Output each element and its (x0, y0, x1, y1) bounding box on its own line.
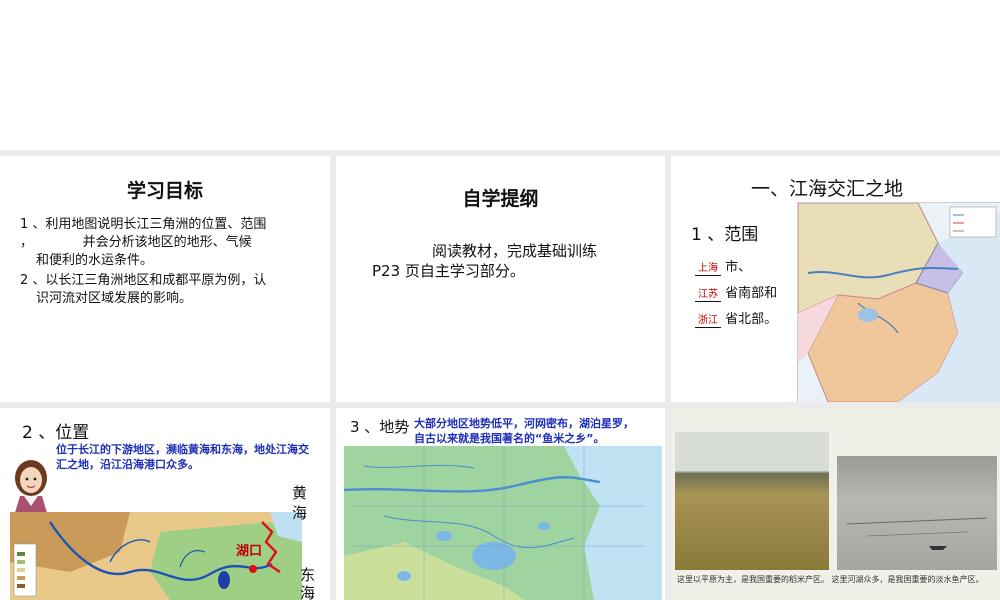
goals-item-2-line-2: 识河流对区域发展的影响。 (36, 291, 193, 306)
outline-title: 自学提纲 (462, 188, 539, 210)
yellow-sea-label-2: 海 (292, 504, 308, 522)
goals-item-2-line-1: 2 、以长江三角洲地区和成都平原为例，认 (20, 273, 267, 288)
location-description: 位于长江的下游地区，濒临黄海和东海，地处江海交汇之地，沿江沿海港口众多。 (56, 443, 309, 471)
goals-item-1-line-2: ， 并会分析该地区的地形、气候 (20, 235, 252, 250)
scope-section-title: 一、江海交汇之地 (751, 178, 904, 200)
location-title: 2 、位置 (22, 423, 90, 443)
scope-shanghai-suffix: 市、 (725, 260, 752, 275)
scope-shanghai-row: 上海 市、 (695, 256, 751, 276)
slide-photos[interactable]: 这里以平原为主，是我国重要的稻米产区。 这里河湖众多，是我国重要的淡水鱼产区。 (671, 408, 1000, 600)
east-sea-label-2: 海 (300, 584, 316, 600)
answer-shanghai: 上海 (695, 263, 721, 276)
outline-line-1: 阅读教材，完成基础训练 (432, 242, 598, 260)
goals-item-1-line-3: 和便利的水运条件。 (36, 253, 154, 268)
scope-zhejiang-row: 浙江 省北部。 (695, 308, 777, 328)
terrain-description: 大部分地区地势低平，河网密布，湖泊星罗，自古以来就是我国著名的“鱼米之乡”。 (414, 417, 634, 445)
slide-river-sea-confluence[interactable]: 一、江海交汇之地 1 、范围 上海 市、 江苏 省南部和 浙江 省北部。 (671, 156, 1000, 402)
scope-jiangsu-suffix: 省南部和 (725, 286, 778, 301)
answer-jiangsu: 江苏 (695, 289, 721, 302)
slide-learning-goals[interactable]: 学习目标 1 、利用地图说明长江三角洲的位置、范围 ， 并会分析该地区的地形、气… (0, 156, 330, 402)
scope-zhejiang-suffix: 省北部。 (725, 312, 778, 327)
delta-terrain-map (344, 446, 662, 600)
rice-field-photo (675, 432, 829, 570)
goals-list: 1 、利用地图说明长江三角洲的位置、范围 ， 并会分析该地区的地形、气候 和便利… (20, 216, 320, 308)
yangtze-delta-region-map (797, 202, 1000, 402)
slide-terrain[interactable]: 3 、地势 大部分地区地势低平，河网密布，湖泊星罗，自古以来就是我国著名的“鱼米… (336, 408, 665, 600)
river-lake-photo (837, 456, 997, 570)
yellow-sea-label-1: 黄 (292, 484, 308, 502)
terrain-title: 3 、地势 (350, 418, 410, 436)
student-avatar (6, 456, 56, 516)
goals-title: 学习目标 (126, 180, 203, 202)
slide-top-area (0, 0, 1000, 150)
photos-caption: 这里以平原为主，是我国重要的稻米产区。 这里河湖众多，是我国重要的淡水鱼产区。 (677, 575, 984, 584)
scope-subtitle: 1 、范围 (691, 225, 759, 245)
hukou-label: 湖口 (236, 544, 263, 559)
scope-jiangsu-row: 江苏 省南部和 (695, 282, 777, 302)
goals-item-1-line-1: 1 、利用地图说明长江三角洲的位置、范围 (20, 217, 267, 232)
answer-zhejiang: 浙江 (695, 315, 721, 328)
slide-location[interactable]: 2 、位置 位于长江的下游地区，濒临黄海和东海，地处江海交汇之地，沿江沿海港口众… (0, 408, 330, 600)
outline-line-2: P23 页自主学习部分。 (372, 262, 525, 280)
slide-self-study-outline[interactable]: 自学提纲 阅读教材，完成基础训练 P23 页自主学习部分。 (336, 156, 665, 402)
